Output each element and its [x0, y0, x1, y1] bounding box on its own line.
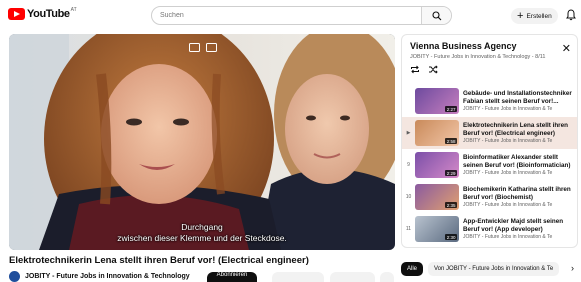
playlist-item-title: Biochemikerin Katharina stellt ihren Ber…	[463, 186, 571, 201]
playlist-item-index: 11	[405, 226, 412, 232]
playlist-item[interactable]: 2:27 Gebäude- und Installationstechniker…	[402, 85, 577, 117]
more-actions-button[interactable]	[380, 272, 394, 282]
playlist-title[interactable]: Vienna Business Agency	[410, 41, 569, 51]
search-input[interactable]	[152, 7, 421, 24]
close-icon[interactable]: ✕	[562, 44, 571, 55]
playlist-item-title: App-Entwickler Majd stellt seinen Beruf …	[463, 218, 564, 233]
filter-chips: Alle Von JOBITY - Future Jobs in Innovat…	[401, 262, 560, 276]
playlist-items: 2:27 Gebäude- und Installationstechniker…	[402, 85, 577, 245]
miniplayer-icon[interactable]	[189, 43, 200, 52]
video-title: Elektrotechnikerin Lena stellt ihren Ber…	[9, 255, 309, 266]
chip-all[interactable]: Alle	[401, 262, 424, 276]
playlist-item-title: Bioinformatiker Alexander stellt seinen …	[463, 154, 571, 169]
subtitle-line-2: zwischen dieser Klemme und der Steckdose…	[117, 233, 287, 243]
notifications-bell-icon[interactable]	[566, 9, 576, 21]
playlist-item-thumbnail: 2:27	[415, 88, 459, 114]
youtube-play-icon	[8, 8, 25, 20]
duration-badge: 2:29	[445, 170, 457, 176]
playlist-item[interactable]: 9 2:29 Bioinformatiker Alexander stellt …	[402, 149, 577, 181]
like-dislike-button[interactable]	[272, 272, 324, 282]
playlist-item-index: 9	[407, 162, 410, 168]
playlist-header: Vienna Business Agency JOBITY - Future J…	[402, 35, 577, 84]
video-frame	[9, 34, 395, 250]
share-button[interactable]	[330, 272, 375, 282]
loop-icon[interactable]	[410, 65, 420, 74]
channel-avatar[interactable]	[9, 270, 20, 282]
playlist-item-thumbnail: 2:30	[415, 216, 459, 242]
playlist-item-index: 10	[405, 194, 412, 200]
playlist-item-title: Elektrotechnikerin Lena stellt ihren Ber…	[463, 122, 568, 137]
playlist-subtitle: JOBITY - Future Jobs in Innovation & Tec…	[410, 54, 546, 60]
channel-name[interactable]: JOBITY - Future Jobs in Innovation & Tec…	[25, 273, 190, 280]
playlist-item[interactable]: 11 2:30 App-Entwickler Majd stellt seine…	[402, 213, 577, 245]
playlist-controls	[410, 65, 569, 74]
playlist-item-title: Gebäude- und Installationstechniker Fabi…	[463, 90, 572, 105]
playlist-item-channel: JOBITY - Future Jobs in Innovation & Te	[463, 202, 553, 208]
shuffle-icon[interactable]	[428, 65, 438, 74]
search-button[interactable]	[421, 7, 451, 24]
playlist-item-channel: JOBITY - Future Jobs in Innovation & Te	[463, 234, 553, 240]
playlist-item-thumbnail: 2:29	[415, 152, 459, 178]
playlist-item-current[interactable]: ▶ 2:58 Elektrotechnikerin Lena stellt ih…	[402, 117, 577, 149]
chevron-right-icon[interactable]: ›	[571, 263, 574, 273]
video-player[interactable]: Durchgang zwischen dieser Klemme und der…	[9, 34, 395, 250]
chip-from-channel[interactable]: Von JOBITY - Future Jobs in Innovation &…	[428, 262, 560, 276]
playlist-panel: Vienna Business Agency JOBITY - Future J…	[401, 34, 578, 248]
top-bar: YouTube AT + Erstellen	[0, 0, 581, 30]
playlist-item-channel: JOBITY - Future Jobs in Innovation & Te	[463, 170, 553, 176]
create-label: Erstellen	[526, 12, 552, 20]
search-bar	[151, 6, 452, 25]
subscribe-button[interactable]: Abonnieren	[207, 272, 257, 282]
logo-region: AT	[70, 7, 77, 13]
playlist-item-thumbnail: 2:35	[415, 184, 459, 210]
subtitle-line-1: Durchgang	[181, 222, 223, 232]
channel-row: JOBITY - Future Jobs in Innovation & Tec…	[9, 270, 190, 282]
logo-text: YouTube	[27, 8, 70, 20]
playlist-item-channel: JOBITY - Future Jobs in Innovation & Te	[463, 138, 553, 144]
youtube-logo[interactable]: YouTube AT	[8, 7, 77, 20]
player-overlay-controls	[189, 43, 217, 52]
duration-badge: 2:58	[445, 138, 457, 144]
duration-badge: 2:35	[445, 202, 457, 208]
create-button[interactable]: + Erstellen	[511, 8, 558, 24]
playlist-item-channel: JOBITY - Future Jobs in Innovation & Te	[463, 106, 553, 112]
playlist-item-thumbnail: 2:58	[415, 120, 459, 146]
duration-badge: 2:30	[445, 234, 457, 240]
duration-badge: 2:27	[445, 106, 457, 112]
now-playing-icon: ▶	[406, 130, 411, 136]
search-icon	[431, 10, 441, 20]
fullscreen-icon[interactable]	[206, 43, 217, 52]
plus-icon: +	[517, 10, 524, 22]
playlist-item[interactable]: 10 2:35 Biochemikerin Katharina stellt i…	[402, 181, 577, 213]
